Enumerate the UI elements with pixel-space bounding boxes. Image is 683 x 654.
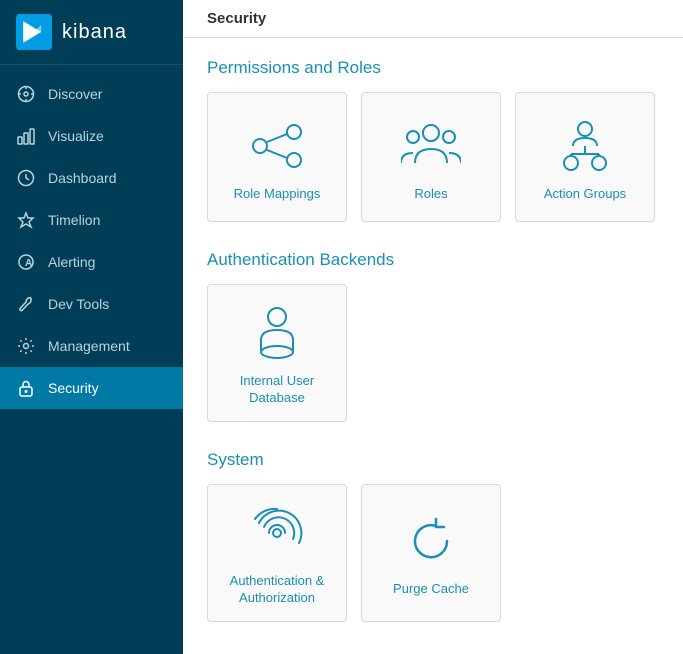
roles-label: Roles <box>414 186 447 203</box>
sidebar-item-devtools[interactable]: Dev Tools <box>0 283 183 325</box>
sidebar-logo: kibana <box>0 0 183 65</box>
content-body: Permissions and Roles Role <box>183 38 683 654</box>
bar-chart-icon <box>16 126 36 146</box>
sidebar-item-timelion[interactable]: Timelion <box>0 199 183 241</box>
kibana-logo-icon <box>16 14 52 50</box>
compass-icon <box>16 84 36 104</box>
permissions-cards-row: Role Mappings <box>207 92 659 222</box>
sidebar-item-label: Alerting <box>48 254 95 270</box>
system-cards-row: Authentication & Authorization Purge Cac… <box>207 484 659 622</box>
action-groups-label: Action Groups <box>544 186 626 203</box>
permissions-section: Permissions and Roles Role <box>207 58 659 222</box>
system-section-title: System <box>207 450 659 470</box>
auth-authorization-label: Authentication & Authorization <box>218 573 336 607</box>
sidebar-item-security[interactable]: Security <box>0 367 183 409</box>
role-mappings-icon <box>247 116 307 176</box>
page-title: Security <box>207 10 659 27</box>
main-content-area: Security Permissions and Roles <box>183 0 683 654</box>
role-mappings-label: Role Mappings <box>234 186 321 203</box>
sidebar-item-label: Dev Tools <box>48 296 109 312</box>
card-internal-user-db[interactable]: Internal User Database <box>207 284 347 422</box>
sidebar: kibana Discover <box>0 0 183 654</box>
sidebar-item-label: Dashboard <box>48 170 117 186</box>
lock-icon <box>16 378 36 398</box>
page-header: Security <box>183 0 683 38</box>
auth-backends-section-title: Authentication Backends <box>207 250 659 270</box>
auth-backends-cards-row: Internal User Database <box>207 284 659 422</box>
sidebar-item-label: Security <box>48 380 99 396</box>
sidebar-item-label: Timelion <box>48 212 100 228</box>
card-action-groups[interactable]: Action Groups <box>515 92 655 222</box>
svg-text:A: A <box>25 258 32 269</box>
sidebar-item-label: Management <box>48 338 130 354</box>
sidebar-item-dashboard[interactable]: Dashboard <box>0 157 183 199</box>
roles-icon <box>401 116 461 176</box>
sidebar-item-visualize[interactable]: Visualize <box>0 115 183 157</box>
sidebar-item-label: Discover <box>48 86 102 102</box>
auth-backends-section: Authentication Backends Int <box>207 250 659 422</box>
card-purge-cache[interactable]: Purge Cache <box>361 484 501 622</box>
sidebar-logo-text: kibana <box>62 21 127 44</box>
system-section: System Authentication & Aut <box>207 450 659 622</box>
permissions-section-title: Permissions and Roles <box>207 58 659 78</box>
card-role-mappings[interactable]: Role Mappings <box>207 92 347 222</box>
auth-icon <box>247 503 307 563</box>
alert-icon: A <box>16 252 36 272</box>
sidebar-nav: Discover Visualize Dashboard <box>0 73 183 409</box>
internal-user-db-label: Internal User Database <box>218 373 336 407</box>
sidebar-item-management[interactable]: Management <box>0 325 183 367</box>
sidebar-item-label: Visualize <box>48 128 104 144</box>
dashboard-icon <box>16 168 36 188</box>
card-auth-authorization[interactable]: Authentication & Authorization <box>207 484 347 622</box>
purge-cache-label: Purge Cache <box>393 581 469 598</box>
wrench-icon <box>16 294 36 314</box>
gear-icon <box>16 336 36 356</box>
card-roles[interactable]: Roles <box>361 92 501 222</box>
sidebar-item-alerting[interactable]: A Alerting <box>0 241 183 283</box>
timelion-icon <box>16 210 36 230</box>
action-groups-icon <box>555 116 615 176</box>
purge-cache-icon <box>401 511 461 571</box>
sidebar-item-discover[interactable]: Discover <box>0 73 183 115</box>
user-database-icon <box>247 303 307 363</box>
